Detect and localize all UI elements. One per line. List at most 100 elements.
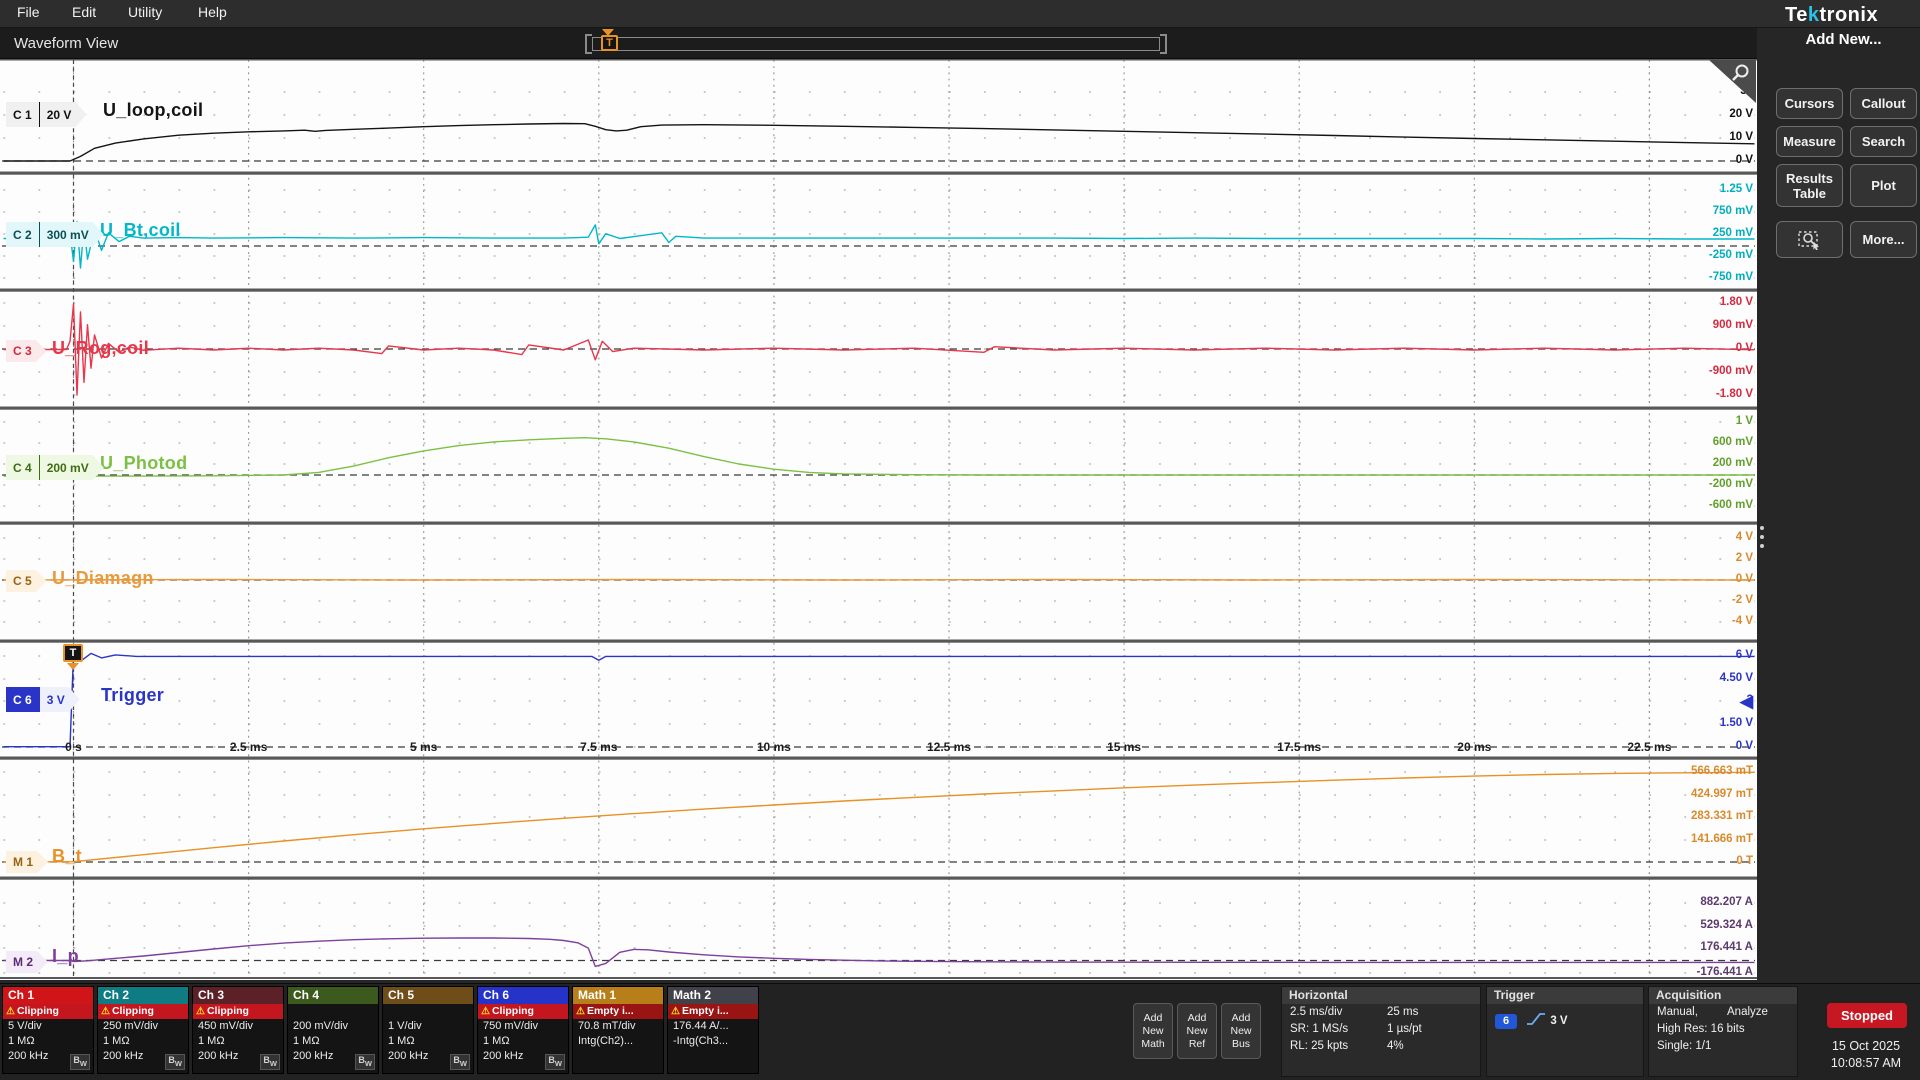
y-axis-label-c4: -600 mV — [1658, 499, 1753, 512]
y-axis-label-c3: -1.80 V — [1658, 388, 1753, 401]
panel-splitter[interactable] — [1757, 28, 1767, 980]
add-new-bus-button[interactable]: AddNewBus — [1221, 1003, 1261, 1059]
badge-row: 200 mV/div — [288, 1019, 378, 1034]
trace-label-u-rog-coil[interactable]: U_Rog,coil — [52, 338, 149, 359]
badge-row: Intg(Ch2)... — [573, 1034, 663, 1049]
run-stop-status-button[interactable]: Stopped — [1827, 1003, 1907, 1028]
zoom-select-icon[interactable] — [1776, 221, 1843, 258]
y-axis-label-m2: 882.207 A — [1658, 896, 1753, 909]
add-new-ref-button[interactable]: AddNewRef — [1177, 1003, 1217, 1059]
results-table-button[interactable]: ResultsTable — [1776, 164, 1843, 207]
bandwidth-limit-icon: BW — [545, 1054, 565, 1070]
channel-badge-c4[interactable]: C 4200 mV — [6, 455, 104, 480]
trace-label-b-t[interactable]: B_t — [52, 846, 82, 867]
date-label: 15 Oct 2025 — [1812, 1039, 1920, 1053]
plot-button[interactable]: Plot — [1850, 164, 1917, 207]
trigger-panel[interactable]: Trigger6 3 V — [1486, 986, 1644, 1077]
menu-item-edit[interactable]: Edit — [72, 4, 96, 20]
time-axis-label: 22.5 ms — [1614, 740, 1684, 754]
pan-right-bracket-icon[interactable] — [1160, 34, 1167, 54]
trace-label-trigger[interactable]: Trigger — [101, 685, 164, 706]
trace-label-u-bt-coil[interactable]: U_Bt,coil — [100, 220, 181, 241]
channel-badge-c2[interactable]: C 2300 mV — [6, 222, 104, 247]
channel-settings-badge-ch5[interactable]: Ch 51 V/div1 MΩ200 kHzBW — [382, 986, 474, 1074]
trigger-flag-tail-icon — [67, 663, 79, 670]
badge-row: 1 MΩ — [3, 1034, 93, 1049]
callout-button[interactable]: Callout — [1850, 88, 1917, 119]
badge-row: 176.44 A/... — [668, 1019, 758, 1034]
y-axis-label-c3: -900 mV — [1658, 365, 1753, 378]
trace-label-u-diamagn[interactable]: U_Diamagn — [52, 568, 154, 589]
channel-badge-c6[interactable]: C 63 V — [6, 687, 80, 712]
badge-segment: C 1 — [6, 102, 39, 127]
search-button[interactable]: Search — [1850, 126, 1917, 157]
horizontal-value: 1 µs/pt — [1387, 1021, 1422, 1038]
trace-label-u-loop-coil[interactable]: U_loop,coil — [103, 100, 203, 121]
more-button[interactable]: More... — [1850, 221, 1917, 258]
horizontal-value: 25 ms — [1387, 1004, 1418, 1021]
badge-segment: 300 mV — [39, 222, 104, 247]
trigger-position-flag-icon[interactable]: T — [601, 35, 618, 51]
y-axis-label-c4: 1 V — [1658, 415, 1753, 428]
bandwidth-limit-icon: BW — [165, 1054, 185, 1070]
time-axis-label: 7.5 ms — [564, 740, 634, 754]
channel-settings-badge-ch2[interactable]: Ch 2⚠Clipping250 mV/div1 MΩ200 kHzBW — [97, 986, 189, 1074]
channel-settings-badge-ch1[interactable]: Ch 1⚠Clipping5 V/div1 MΩ200 kHzBW — [2, 986, 94, 1074]
add-new-math-button[interactable]: AddNewMath — [1133, 1003, 1173, 1059]
time-axis-label: 10 ms — [739, 740, 809, 754]
trigger-level-arrow-icon[interactable]: ◀ — [1740, 692, 1753, 712]
badge-header: Ch 1 — [3, 987, 93, 1004]
acquisition-panel[interactable]: AcquisitionManual,AnalyzeHigh Res: 16 bi… — [1648, 986, 1798, 1077]
channel-badge-c1[interactable]: C 120 V — [6, 102, 86, 127]
channel-settings-badge-math2[interactable]: Math 2⚠Empty i...176.44 A/...-Intg(Ch3..… — [667, 986, 759, 1074]
y-axis-label-m2: 176.441 A — [1658, 941, 1753, 954]
trace-label-i-p[interactable]: I_p — [52, 946, 79, 967]
measure-button[interactable]: Measure — [1776, 126, 1843, 157]
y-axis-label-m1: 141.666 mT — [1658, 833, 1753, 846]
badge-row: 450 mV/div — [193, 1019, 283, 1034]
menu-item-utility[interactable]: Utility — [128, 4, 162, 20]
badge-row: -Intg(Ch3... — [668, 1034, 758, 1049]
acquisition-value: Single: 1/1 — [1657, 1040, 1711, 1052]
y-axis-label-c1: 0 V — [1658, 154, 1753, 167]
warning-icon: ⚠ — [196, 1006, 205, 1017]
badge-row: 1 MΩ — [383, 1034, 473, 1049]
trace-label-u-photod[interactable]: U_Photod — [100, 453, 187, 474]
badge-segment: C 4 — [6, 455, 39, 480]
warning-text: Clipping — [492, 1005, 534, 1017]
waveform-view-titlebar: Waveform View T — [0, 28, 1757, 59]
bandwidth-limit-icon: BW — [70, 1054, 90, 1070]
y-axis-label-m1: 424.997 mT — [1658, 788, 1753, 801]
badge-row: 1 MΩ — [98, 1034, 188, 1049]
y-axis-label-c1: 20 V — [1658, 108, 1753, 121]
y-axis-label-m2: -176.441 A — [1658, 966, 1753, 979]
channel-settings-badge-ch3[interactable]: Ch 3⚠Clipping450 mV/div1 MΩ200 kHzBW — [192, 986, 284, 1074]
cursors-button[interactable]: Cursors — [1776, 88, 1843, 119]
waveform-view-title: Waveform View — [14, 35, 118, 52]
channel-settings-badge-ch4[interactable]: Ch 4200 mV/div1 MΩ200 kHzBW — [287, 986, 379, 1074]
channel-settings-badge-ch6[interactable]: Ch 6⚠Clipping750 mV/div1 MΩ200 kHzBW — [477, 986, 569, 1074]
y-axis-label-c5: 0 V — [1658, 573, 1753, 586]
horizontal-panel[interactable]: Horizontal2.5 ms/div25 msSR: 1 MS/s1 µs/… — [1281, 986, 1481, 1077]
time-axis-label: 0 s — [39, 740, 109, 754]
time-axis-label: 15 ms — [1089, 740, 1159, 754]
bandwidth-limit-icon: BW — [450, 1054, 470, 1070]
bandwidth-limit-icon: BW — [355, 1054, 375, 1070]
menu-item-help[interactable]: Help — [198, 4, 227, 20]
badge-row: 1 MΩ — [288, 1034, 378, 1049]
trigger-flag-icon[interactable]: T — [63, 644, 83, 662]
waveform-plot[interactable]: 3020 V10 V0 VU_loop,coilC 120 V1.25 V750… — [0, 59, 1757, 980]
y-axis-label-c4: 600 mV — [1658, 436, 1753, 449]
channel-settings-badge-math1[interactable]: Math 1⚠Empty i...70.8 mT/divIntg(Ch2)... — [572, 986, 664, 1074]
pan-left-bracket-icon[interactable] — [585, 34, 592, 54]
badge-segment: 200 mV — [39, 455, 104, 480]
menu-bar: File Edit Utility Help — [0, 0, 1920, 28]
warning-text: Empty i... — [682, 1005, 729, 1017]
horizontal-pan-bar[interactable] — [592, 37, 1160, 51]
y-axis-label-c5: -2 V — [1658, 594, 1753, 607]
menu-item-file[interactable]: File — [17, 4, 40, 20]
time-axis-label: 17.5 ms — [1264, 740, 1334, 754]
y-axis-label-c2: -250 mV — [1658, 249, 1753, 262]
y-axis-label-c4: -200 mV — [1658, 478, 1753, 491]
y-axis-label-c5: 4 V — [1658, 531, 1753, 544]
